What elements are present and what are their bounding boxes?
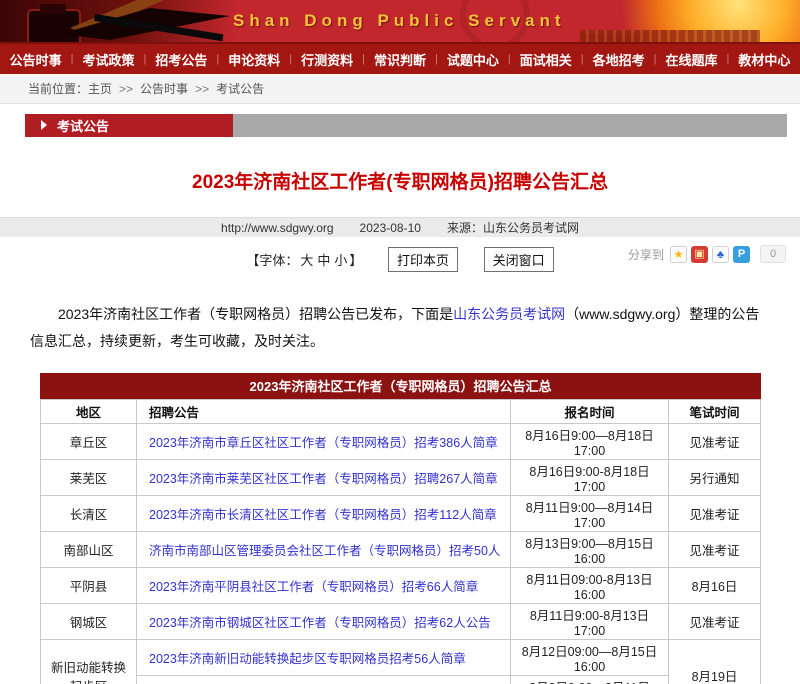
inkpot-pen-graphic [0,0,235,42]
article-controls: 【字体：大中小】 打印本页 关闭窗口 分享到 ★ ▣ ♣ P 0 [0,243,800,277]
col-header-region: 地区 [41,400,137,424]
announcement-link[interactable]: 2023年济南新旧动能转换起步区专职网格员招考56人简章 [149,652,466,666]
announcement-link[interactable]: 2023年济南市章丘区社区工作者（专职网格员）招考386人简章 [149,436,498,450]
qzone-share-icon[interactable]: ★ [670,246,687,263]
nav-item-question-center[interactable]: 试题中心 [438,50,508,69]
announcement-link[interactable]: 2023年济南市长清区社区工作者（专职网格员）招考112人简章 [149,508,497,522]
region-cell: 新旧动能转换起步区 [41,640,137,684]
region-cell: 长清区 [41,496,137,532]
section-tab-bar: 考试公告 [25,114,787,137]
announcement-link[interactable]: 济南市南部山区管理委员会社区工作者（专职网格员）招考50人 [149,544,500,558]
period-cell: 8月12日09:00—8月15日16:00 [511,640,669,676]
share-count-badge: 0 [760,245,786,263]
exam-cell: 8月19日 [669,640,761,684]
region-cell: 莱芜区 [41,460,137,496]
source-site: 来源：山东公务员考试网 [447,219,579,236]
nav-item-textbook-center[interactable]: 教材中心 [729,50,799,69]
exam-cell: 8月16日 [669,568,761,604]
announcement-table-wrapper: 2023年济南社区工作者（专职网格员）招聘公告汇总 地区 招聘公告 报名时间 笔… [40,373,760,684]
breadcrumb-separator: >> [119,82,133,96]
share-widget: 分享到 ★ ▣ ♣ P 0 [628,245,786,263]
period-cell: 8月16日9:00—8月18日17:00 [511,424,669,460]
font-size-large-link[interactable]: 大 [300,253,313,268]
nav-item-local-recruit[interactable]: 各地招考 [584,50,654,69]
baidu-share-icon[interactable]: ♣ [712,246,729,263]
intro-paragraph: 2023年济南社区工作者（专职网格员）招聘公告已发布，下面是山东公务员考试网（w… [30,301,770,355]
source-site-link[interactable]: 山东公务员考试网 [453,306,565,322]
nav-item-common-sense[interactable]: 常识判断 [365,50,435,69]
font-size-medium-link[interactable]: 中 [317,253,330,268]
nav-item-announcements[interactable]: 公告时事 [1,50,71,69]
period-cell: 8月16日9:00-8月18日17:00 [511,460,669,496]
nav-item-online-bank[interactable]: 在线题库 [657,50,727,69]
period-cell: 8月13日9:00—8月15日16:00 [511,532,669,568]
font-size-small-link[interactable]: 小 [334,253,347,268]
exam-cell: 见准考证 [669,496,761,532]
nav-item-exam-policy[interactable]: 考试政策 [74,50,144,69]
period-cell: 8月11日9:00-8月13日17:00 [511,604,669,640]
nav-item-xingce[interactable]: 行测资料 [292,50,362,69]
nav-item-interview[interactable]: 面试相关 [511,50,581,69]
table-title: 2023年济南社区工作者（专职网格员）招聘公告汇总 [40,373,761,399]
announcement-link[interactable]: 2023年济南市钢城区社区工作者（专职网格员）招考62人公告 [149,616,491,630]
page-title: 2023年济南社区工作者(专职网格员)招聘公告汇总 [0,167,800,194]
temple-silhouette-decoration [580,30,760,42]
triangle-right-icon [41,120,47,130]
announcement-link[interactable]: 2023年济南市莱芜区社区工作者（专职网格员）招聘267人简章 [149,472,498,486]
intro-text-before: 2023年济南社区工作者（专职网格员）招聘公告已发布，下面是 [58,306,453,322]
table-row: 莱芜区 2023年济南市莱芜区社区工作者（专职网格员）招聘267人简章 8月16… [41,460,761,496]
exam-cell: 见准考证 [669,532,761,568]
period-cell: 8月8日9:00—8月11日16:00 [511,676,669,684]
breadcrumb-label: 当前位置： [28,80,88,97]
breadcrumb-separator: >> [195,82,209,96]
region-cell: 钢城区 [41,604,137,640]
nav-item-recruit-notice[interactable]: 招考公告 [146,50,216,69]
exam-cell: 见准考证 [669,604,761,640]
close-window-button[interactable]: 关闭窗口 [484,247,554,272]
table-header-row: 地区 招聘公告 报名时间 笔试时间 [41,400,761,424]
font-size-prefix: 【字体： [246,253,298,268]
source-url: http://www.sdgwy.org [221,221,334,235]
print-page-button[interactable]: 打印本页 [388,247,458,272]
announcement-link[interactable]: 2023年济南平阴县社区工作者（专职网格员）招考66人简章 [149,580,478,594]
breadcrumb: 当前位置： 主页 >> 公告时事 >> 考试公告 [0,74,800,104]
emblem-graphic [580,0,800,42]
period-cell: 8月11日09:00-8月13日16:00 [511,568,669,604]
table-row: 南部山区 济南市南部山区管理委员会社区工作者（专职网格员）招考50人 8月13日… [41,532,761,568]
region-cell: 章丘区 [41,424,137,460]
header-banner: Shan Dong Public Servant [0,0,800,42]
publish-date: 2023-08-10 [360,221,421,235]
breadcrumb-announcements-link[interactable]: 公告时事 [140,80,188,97]
nav-item-shenlun[interactable]: 申论资料 [219,50,289,69]
exam-cell: 另行通知 [669,460,761,496]
breadcrumb-exam-notice-link[interactable]: 考试公告 [216,80,264,97]
weibo-share-icon[interactable]: ▣ [691,246,708,263]
pengyou-share-icon[interactable]: P [733,246,750,263]
font-size-suffix: 】 [349,253,362,268]
share-label: 分享到 [628,246,664,263]
table-row: 长清区 2023年济南市长清区社区工作者（专职网格员）招考112人简章 8月11… [41,496,761,532]
table-row: 章丘区 2023年济南市章丘区社区工作者（专职网格员）招考386人简章 8月16… [41,424,761,460]
table-row: 新旧动能转换起步区 2023年济南新旧动能转换起步区专职网格员招考56人简章 8… [41,640,761,676]
tab-exam-notice[interactable]: 考试公告 [25,114,233,137]
source-bar: http://www.sdgwy.org 2023-08-10 来源：山东公务员… [0,217,800,237]
breadcrumb-home-link[interactable]: 主页 [88,80,112,97]
col-header-exam: 笔试时间 [669,400,761,424]
site-title: Shan Dong Public Servant [233,11,566,31]
region-cell: 平阴县 [41,568,137,604]
main-nav: 网站首页| 公告时事| 考试政策| 招考公告| 申论资料| 行测资料| 常识判断… [0,42,800,74]
region-cell: 南部山区 [41,532,137,568]
table-row: 平阴县 2023年济南平阴县社区工作者（专职网格员）招考66人简章 8月11日0… [41,568,761,604]
col-header-period: 报名时间 [511,400,669,424]
table-row: 钢城区 2023年济南市钢城区社区工作者（专职网格员）招考62人公告 8月11日… [41,604,761,640]
period-cell: 8月11日9:00—8月14日17:00 [511,496,669,532]
font-size-control: 【字体：大中小】 [246,253,362,268]
col-header-announcement: 招聘公告 [137,400,511,424]
tab-exam-notice-label: 考试公告 [57,116,109,135]
announcement-table: 2023年济南社区工作者（专职网格员）招聘公告汇总 地区 招聘公告 报名时间 笔… [40,373,761,684]
table-row: 2023年济南新旧动能转换起步区社区工作者招考28人简章 8月8日9:00—8月… [41,676,761,684]
exam-cell: 见准考证 [669,424,761,460]
